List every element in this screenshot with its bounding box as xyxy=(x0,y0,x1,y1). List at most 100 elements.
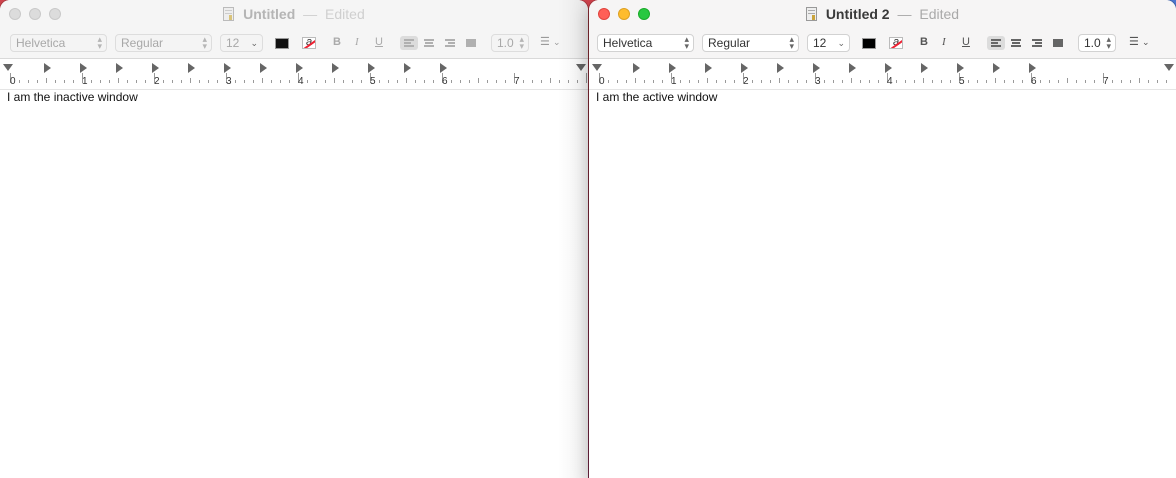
font-style-select[interactable]: Regular ▴ ▾ xyxy=(702,34,799,52)
left-indent-marker[interactable] xyxy=(592,64,602,71)
right-margin-marker[interactable] xyxy=(1164,64,1174,71)
window-titlebar[interactable]: Untitled — Edited Helvetica ▴ ▾ Regular ▴… xyxy=(0,0,588,59)
textedit-window-active[interactable]: Untitled 2 — Edited Helvetica ▴ ▾ Regular… xyxy=(589,0,1176,478)
ruler-tick xyxy=(451,80,452,83)
align-left-button[interactable] xyxy=(987,36,1005,50)
tab-stop-marker[interactable] xyxy=(260,63,267,73)
tab-stop-marker[interactable] xyxy=(188,63,195,73)
align-left-button[interactable] xyxy=(400,36,418,50)
document-icon xyxy=(805,7,817,21)
ruler-tick xyxy=(199,80,200,83)
tab-stop-marker[interactable] xyxy=(116,63,123,73)
underline-button[interactable]: U xyxy=(962,36,970,54)
tab-stop-marker[interactable] xyxy=(669,63,676,73)
list-style-button[interactable]: ☰ ⌄ xyxy=(1129,35,1161,53)
tab-stop-marker[interactable] xyxy=(44,63,51,73)
ruler-tick xyxy=(1148,80,1149,83)
highlight-color-swatch[interactable]: a xyxy=(302,37,316,49)
ruler-tick xyxy=(1094,80,1095,83)
font-style-value: Regular xyxy=(708,36,751,50)
font-style-value: Regular xyxy=(121,36,164,50)
tab-stop-marker[interactable] xyxy=(849,63,856,73)
align-center-button[interactable] xyxy=(420,36,438,50)
tab-stop-marker[interactable] xyxy=(921,63,928,73)
tab-stop-marker[interactable] xyxy=(813,63,820,73)
ruler-tick xyxy=(172,80,173,83)
tab-stop-marker[interactable] xyxy=(404,63,411,73)
tab-stop-marker[interactable] xyxy=(1029,63,1036,73)
tab-stop-marker[interactable] xyxy=(885,63,892,73)
tab-stop-marker[interactable] xyxy=(705,63,712,73)
tab-stop-marker[interactable] xyxy=(633,63,640,73)
ruler-number: 6 xyxy=(442,76,448,87)
ruler-tick xyxy=(91,80,92,83)
font-size-select[interactable]: 12 ⌄ xyxy=(807,34,850,52)
tab-stop-marker[interactable] xyxy=(152,63,159,73)
font-family-select[interactable]: Helvetica ▴ ▾ xyxy=(597,34,694,52)
tab-stop-marker[interactable] xyxy=(332,63,339,73)
ruler[interactable]: 0 1 2 3 4 5 6 7 xyxy=(0,59,588,90)
text-color-swatch[interactable] xyxy=(275,38,289,49)
align-center-button[interactable] xyxy=(1007,36,1025,50)
ruler-tick xyxy=(932,80,933,83)
ruler-number: 4 xyxy=(298,76,304,87)
ruler-number: 1 xyxy=(671,76,677,87)
ruler-tick xyxy=(1085,80,1086,83)
ruler-tick xyxy=(361,80,362,83)
edited-status: Edited xyxy=(919,6,960,22)
bold-button[interactable]: B xyxy=(333,36,341,54)
ruler-tick xyxy=(541,80,542,83)
ruler-tick xyxy=(316,80,317,83)
tab-stop-marker[interactable] xyxy=(777,63,784,73)
window-titlebar[interactable]: Untitled 2 — Edited Helvetica ▴ ▾ Regular… xyxy=(589,0,1176,59)
tab-stop-marker[interactable] xyxy=(368,63,375,73)
highlight-color-swatch[interactable]: a xyxy=(889,37,903,49)
tab-stop-marker[interactable] xyxy=(741,63,748,73)
font-size-select[interactable]: 12 ⌄ xyxy=(220,34,263,52)
font-style-select[interactable]: Regular ▴ ▾ xyxy=(115,34,212,52)
ruler-tick xyxy=(950,80,951,83)
align-right-button[interactable] xyxy=(441,36,459,50)
textedit-window-inactive[interactable]: Untitled — Edited Helvetica ▴ ▾ Regular ▴… xyxy=(0,0,588,478)
ruler-tick xyxy=(235,80,236,83)
ruler[interactable]: 0 1 2 3 4 5 6 7 xyxy=(589,59,1176,90)
align-right-button[interactable] xyxy=(1028,36,1046,50)
document-text[interactable]: I am the inactive window xyxy=(7,90,138,104)
line-spacing-select[interactable]: 1.0 ▴ ▾ xyxy=(491,34,529,52)
ruler-tick xyxy=(271,80,272,83)
left-indent-marker[interactable] xyxy=(3,64,13,71)
tab-stop-marker[interactable] xyxy=(957,63,964,73)
ruler-tick xyxy=(460,80,461,83)
tab-stop-marker[interactable] xyxy=(80,63,87,73)
tab-stop-marker[interactable] xyxy=(440,63,447,73)
window-title: Untitled 2 — Edited xyxy=(589,6,1176,22)
font-family-select[interactable]: Helvetica ▴ ▾ xyxy=(10,34,107,52)
ruler-number: 3 xyxy=(226,76,232,87)
ruler-tick xyxy=(707,78,708,83)
list-icon: ☰ xyxy=(540,36,550,48)
ruler-number: 2 xyxy=(154,76,160,87)
font-family-value: Helvetica xyxy=(16,36,66,50)
ruler-number: 5 xyxy=(959,76,965,87)
document-text[interactable]: I am the active window xyxy=(596,90,717,104)
ruler-tick xyxy=(833,80,834,83)
bold-button[interactable]: B xyxy=(920,36,928,54)
text-color-swatch[interactable] xyxy=(862,38,876,49)
underline-button[interactable]: U xyxy=(375,36,383,54)
italic-button[interactable]: I xyxy=(355,36,359,54)
ruler-number: 6 xyxy=(1031,76,1037,87)
tab-stop-marker[interactable] xyxy=(993,63,1000,73)
ruler-tick xyxy=(379,80,380,83)
ruler-tick xyxy=(1157,80,1158,83)
tab-stop-marker[interactable] xyxy=(224,63,231,73)
italic-button[interactable]: I xyxy=(942,36,946,54)
ruler-tick xyxy=(734,80,735,83)
ruler-number: 4 xyxy=(887,76,893,87)
tab-stop-marker[interactable] xyxy=(296,63,303,73)
ruler-tick xyxy=(307,80,308,83)
ruler-tick xyxy=(914,80,915,83)
justify-button[interactable] xyxy=(462,36,480,50)
ruler-tick xyxy=(325,80,326,83)
justify-button[interactable] xyxy=(1049,36,1067,50)
line-spacing-select[interactable]: 1.0 ▴ ▾ xyxy=(1078,34,1116,52)
